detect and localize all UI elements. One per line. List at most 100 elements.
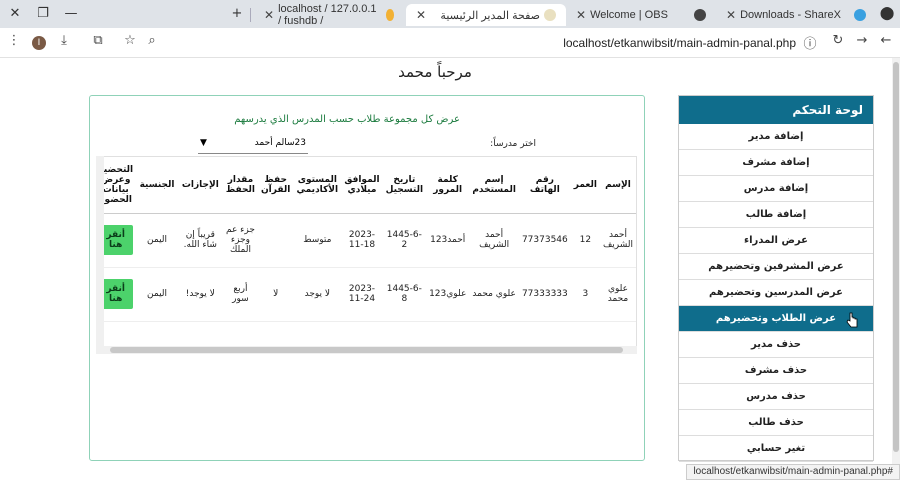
dropdown-arrow-icon: ▼ [200,138,207,148]
cell-memorized: أربع سور [222,267,258,322]
menu-item-change-account[interactable]: تغير حسابي [679,436,873,462]
table-vertical-scrollbar[interactable] [96,156,104,346]
choose-teacher-label: اختر مدرساً: [490,139,536,149]
menu-item-view-teachers[interactable]: عرض المدرسين وتحضيرهم [679,280,873,306]
col-header: إسم المستخدم [469,157,519,214]
menu-item-view-students[interactable]: عرض الطلاب وتحضيرهم [679,306,873,332]
col-header: رقم الهاتف [518,157,571,214]
avatar[interactable]: I [32,36,46,50]
tab-phpmyadmin[interactable]: ✕ localhost / 127.0.0.1 / fushdb / [254,3,404,27]
hand-cursor-icon [846,312,858,328]
cell-nationality: اليمن [136,267,178,322]
minimize-window-icon[interactable]: — [60,4,82,24]
students-table-container: الإسم العمر رقم الهاتف إسم المستخدم كلمة… [96,156,637,352]
page-scrollbar[interactable] [892,58,900,480]
reload-icon[interactable]: ↻ [828,33,848,53]
col-header: الإسم [599,157,636,214]
menu-item-add-admin[interactable]: إضافة مدير [679,124,873,150]
page-icon [544,9,556,21]
tab-admin-page[interactable]: ✕ صفحة المدير الرئيسية [406,4,566,26]
tab-strip: ✕ ❐ — + ✕ localhost / 127.0.0.1 / fushdb… [0,0,900,28]
cell-username: أحمد الشريف [469,213,519,268]
new-tab-icon[interactable]: + [226,4,248,24]
tab-separator [250,8,251,22]
menu-item-delete-teacher[interactable]: حذف مدرس [679,384,873,410]
cell-memorized: جزء عم وجزء الملك [222,213,258,268]
download-icon[interactable]: ⤓ [54,33,74,53]
menu-item-view-supervisors[interactable]: عرض المشرفين وتحضيرهم [679,254,873,280]
tab-obs[interactable]: ✕ Welcome | OBS [566,4,716,26]
cell-password: أحمد123 [426,213,470,268]
cell-password: علوي123 [426,267,470,322]
tab-title: صفحة المدير الرئيسية [440,9,540,22]
close-window-icon[interactable]: ✕ [4,4,26,24]
teacher-select[interactable]: 23سالم أحمد ▼ [198,136,308,154]
close-icon[interactable]: ✕ [726,8,736,22]
restore-window-icon[interactable]: ❐ [32,4,54,24]
menu-item-add-teacher[interactable]: إضافة مدرس [679,176,873,202]
menu-item-view-admins[interactable]: عرض المدراء [679,228,873,254]
close-icon[interactable]: ✕ [264,8,274,22]
menu-item-delete-student[interactable]: حذف طالب [679,410,873,436]
close-icon[interactable]: ✕ [416,8,426,22]
table-row: علوي محمد 3 77333333 علوي محمد علوي123 1… [97,267,636,322]
tab-downloads[interactable]: ✕ Downloads - ShareX [716,4,876,26]
status-bar-url: localhost/etkanwibsit/main-admin-panal.p… [686,464,900,480]
menu-item-delete-admin[interactable]: حذف مدير [679,332,873,358]
extensions-icon[interactable]: ⧉ [88,33,108,53]
cell-certificates: قريباً إن شاء الله. [177,213,223,268]
col-header: مقدار الحفظ [222,157,258,214]
close-icon[interactable]: ✕ [576,8,586,22]
col-header: حفظ القرآن [257,157,294,214]
phpmyadmin-icon [385,9,394,21]
tab-title: Downloads - ShareX [740,9,841,21]
tab-title: localhost / 127.0.0.1 / fushdb / [278,3,377,27]
cell-quran: لا [257,267,294,322]
col-header: الموافق ميلادي [341,157,383,214]
cell-certificates: لا يوجد! [177,267,223,322]
cell-gregorian-date: 2023-11-18 [341,213,383,268]
page-title: مرحباً محمد [398,63,472,81]
table-row: أحمد الشريف 12 77373546 أحمد الشريف أحمد… [97,213,636,268]
site-info-icon[interactable]: ⓘ [800,33,820,53]
url-field[interactable]: localhost/etkanwibsit/main-admin-panal.p… [563,36,796,50]
col-header: المستوى الأكاديمي [293,157,342,214]
col-header: العمر [570,157,600,214]
col-header: الإجازات [177,157,223,214]
menu-icon[interactable]: ⋮ [4,33,24,53]
cell-phone: 77373546 [518,213,571,268]
zoom-icon[interactable]: ⌕ [142,33,162,53]
col-header: كلمة المرور [426,157,470,214]
cell-age: 12 [570,213,600,268]
control-panel: لوحة التحكم إضافة مدير إضافة مشرف إضافة … [678,95,874,462]
cell-academic-level: لا يوجد [293,267,342,322]
scrollbar-thumb[interactable] [110,347,623,353]
profile-icon[interactable]: ⬤ [876,4,898,24]
forward-icon[interactable]: → [852,33,872,53]
sharex-icon [854,9,866,21]
menu-item-add-student[interactable]: إضافة طالب [679,202,873,228]
table-header-row: الإسم العمر رقم الهاتف إسم المستخدم كلمة… [97,157,636,214]
cell-quran [257,213,294,268]
cell-age: 3 [570,267,600,322]
cell-nationality: اليمن [136,213,178,268]
table-horizontal-scrollbar[interactable] [96,346,637,354]
cell-hijri-date: 1445-6-2 [382,213,427,268]
cell-name: أحمد الشريف [599,213,636,268]
back-icon[interactable]: ← [876,33,896,53]
col-header: تاريخ التسجيل [382,157,427,214]
cell-name: علوي محمد [599,267,636,322]
bookmark-star-icon[interactable]: ☆ [120,33,140,53]
address-toolbar: ⋮ I ⤓ ⧉ ☆ ⌕ localhost/etkanwibsit/main-a… [0,28,900,58]
scrollbar-thumb[interactable] [893,62,899,452]
cell-phone: 77333333 [518,267,571,322]
menu-item-delete-supervisor[interactable]: حذف مشرف [679,358,873,384]
cell-hijri-date: 1445-6-8 [382,267,427,322]
cell-academic-level: متوسط [293,213,342,268]
menu-item-add-supervisor[interactable]: إضافة مشرف [679,150,873,176]
cell-username: علوي محمد [469,267,519,322]
card-title: عرض كل مجموعة طلاب حسب المدرس الذي يدرسه… [234,114,460,125]
page-content: مرحباً محمد عرض كل مجموعة طلاب حسب المدر… [0,58,892,480]
col-header: الجنسية [136,157,178,214]
tab-title: Welcome | OBS [590,9,668,21]
